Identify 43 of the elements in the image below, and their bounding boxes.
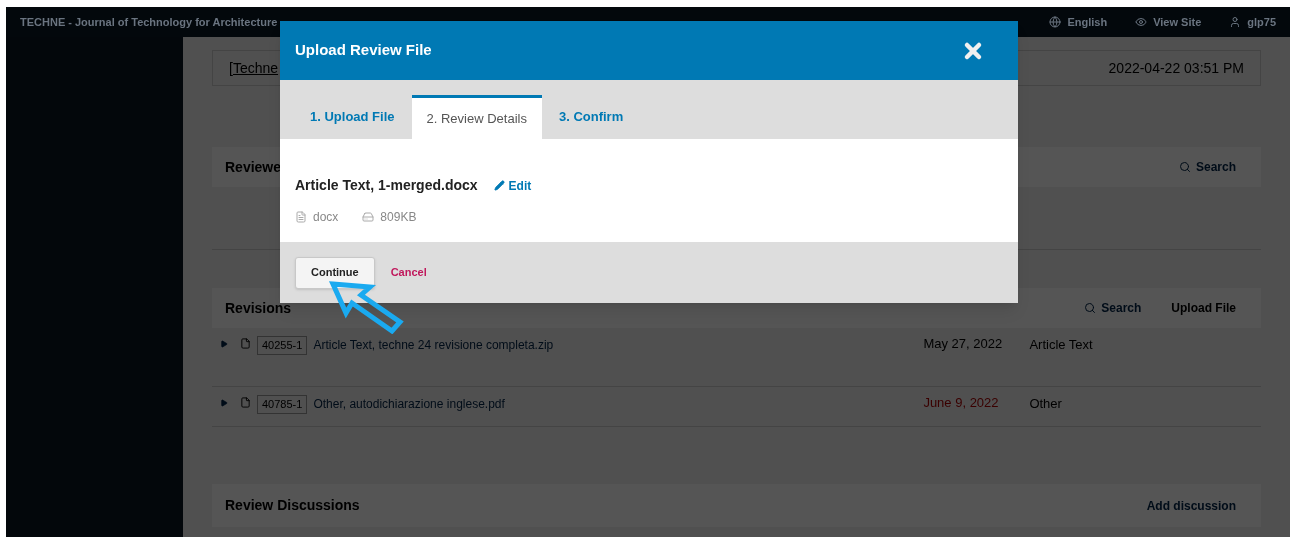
header-link[interactable]: View Site	[1135, 13, 1202, 31]
site-title[interactable]: TECHNE - Journal of Technology for Architecture	[20, 13, 278, 31]
eye-icon	[1135, 16, 1148, 28]
panel-title: Reviewe	[225, 157, 282, 177]
file-type: Other	[1029, 395, 1062, 413]
edit-link[interactable]: Edit	[493, 176, 532, 195]
file-date: June 9, 2022	[923, 394, 1000, 412]
continue-button[interactable]: Continue	[295, 256, 375, 289]
drive-icon	[362, 211, 375, 223]
file-id: 40255-1	[257, 336, 308, 355]
submission-title[interactable]: [Techne	[229, 57, 279, 79]
submission-date: 2022-04-22 03:51 PM	[1108, 58, 1244, 78]
search-icon	[1178, 161, 1191, 173]
file-link[interactable]: Article Text, techne 24 revisione completa.zip	[313, 336, 924, 354]
globe-icon	[1049, 16, 1062, 28]
header-link[interactable]: English	[1049, 13, 1108, 31]
upload-file-link[interactable]: Upload File	[1171, 299, 1236, 317]
file-link[interactable]: Other, autodichiarazione inglese.pdf	[313, 395, 924, 413]
search-link[interactable]: Search	[1178, 158, 1236, 176]
add-discussion-link[interactable]: Add discussion	[1146, 496, 1236, 515]
file-name: Article Text, 1-merged.docx	[295, 176, 478, 195]
step-tab[interactable]: 1. Upload File	[295, 95, 410, 139]
file-size: 809KB	[380, 209, 417, 226]
panel-title: Review Discussions	[225, 496, 360, 515]
file-icon	[240, 397, 251, 408]
header-link[interactable]: glp75	[1229, 13, 1276, 31]
step-tab[interactable]: 2. Review Details	[411, 95, 542, 139]
expand-icon[interactable]	[220, 340, 228, 348]
step-tab[interactable]: 3. Confirm	[543, 95, 639, 139]
dialog-title: Upload Review File	[295, 40, 432, 61]
pencil-icon	[493, 180, 505, 191]
file-id: 40785-1	[257, 395, 308, 414]
file-type: Article Text	[1029, 336, 1093, 354]
panel-title: Revisions	[225, 298, 292, 318]
file-icon	[240, 338, 251, 349]
file-format: docx	[313, 209, 339, 226]
document-icon	[295, 211, 307, 223]
expand-icon[interactable]	[220, 399, 228, 407]
search-link[interactable]: Search	[1084, 299, 1142, 317]
cancel-link[interactable]: Cancel	[390, 264, 427, 281]
search-icon	[1084, 302, 1097, 314]
file-date: May 27, 2022	[923, 335, 1004, 353]
user-icon	[1229, 16, 1242, 28]
